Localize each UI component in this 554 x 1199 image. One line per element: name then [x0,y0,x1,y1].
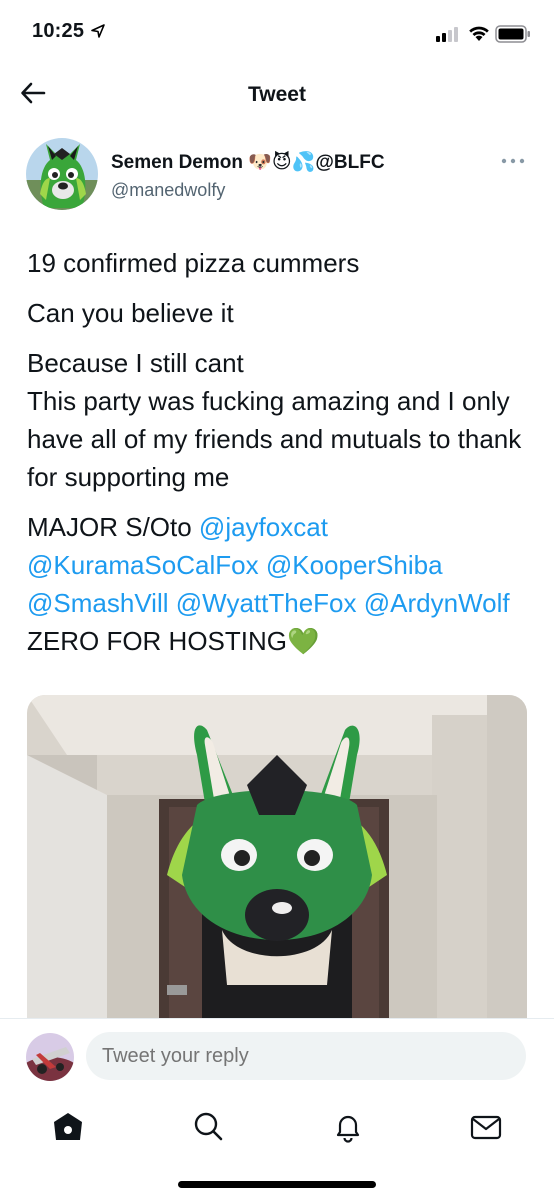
top-nav: Tweet [0,62,554,126]
mention-link[interactable]: @WyattTheFox [176,588,357,618]
reply-input[interactable] [86,1032,526,1080]
home-icon[interactable] [51,1110,85,1144]
tweet-line: Can you believe it [27,298,234,328]
author-handle[interactable]: @manedwolfy [111,180,225,201]
tweet-text: 19 confirmed pizza cummers Can you belie… [27,244,527,672]
page-title: Tweet [248,83,306,106]
messages-icon[interactable] [469,1110,503,1144]
author-display-name[interactable]: Semen Demon 🐶😈💦@BLFC [111,150,385,174]
mention-link[interactable]: @KooperShiba [266,550,443,580]
status-time: 10:25 [32,20,85,42]
home-indicator [178,1181,376,1188]
tweet-shoutout: MAJOR S/Oto @jayfoxcat @KuramaSoCalFox @… [27,508,527,660]
mention-link[interactable]: @KuramaSoCalFox [27,550,259,580]
author-avatar[interactable] [26,138,98,210]
tweet-photo[interactable] [27,695,527,1025]
mention-link[interactable]: @jayfoxcat [199,512,328,542]
user-avatar[interactable] [26,1033,74,1081]
mention-link[interactable]: @SmashVill [27,588,169,618]
tweet-line: 19 confirmed pizza cummers [27,248,360,278]
reply-bar [0,1018,554,1093]
status-bar: 10:25 [0,0,554,60]
battery-icon [495,25,530,43]
search-icon[interactable] [191,1110,225,1144]
more-options-icon[interactable] [500,154,526,168]
tweet-line: This party was fucking amazing and I onl… [27,386,522,492]
mention-link[interactable]: @ArdynWolf [364,588,510,618]
tweet-line: Because I still cant [27,348,244,378]
signal-icon [436,27,458,42]
tweet-paragraph: Because I still cant This party was fuck… [27,344,527,496]
tweet-text-fragment: MAJOR S/Oto [27,512,199,542]
tweet-text-fragment: ZERO FOR HOSTING💚 [27,626,320,656]
location-arrow-icon [91,24,105,38]
notifications-icon[interactable] [331,1110,365,1144]
wifi-icon [469,26,489,41]
